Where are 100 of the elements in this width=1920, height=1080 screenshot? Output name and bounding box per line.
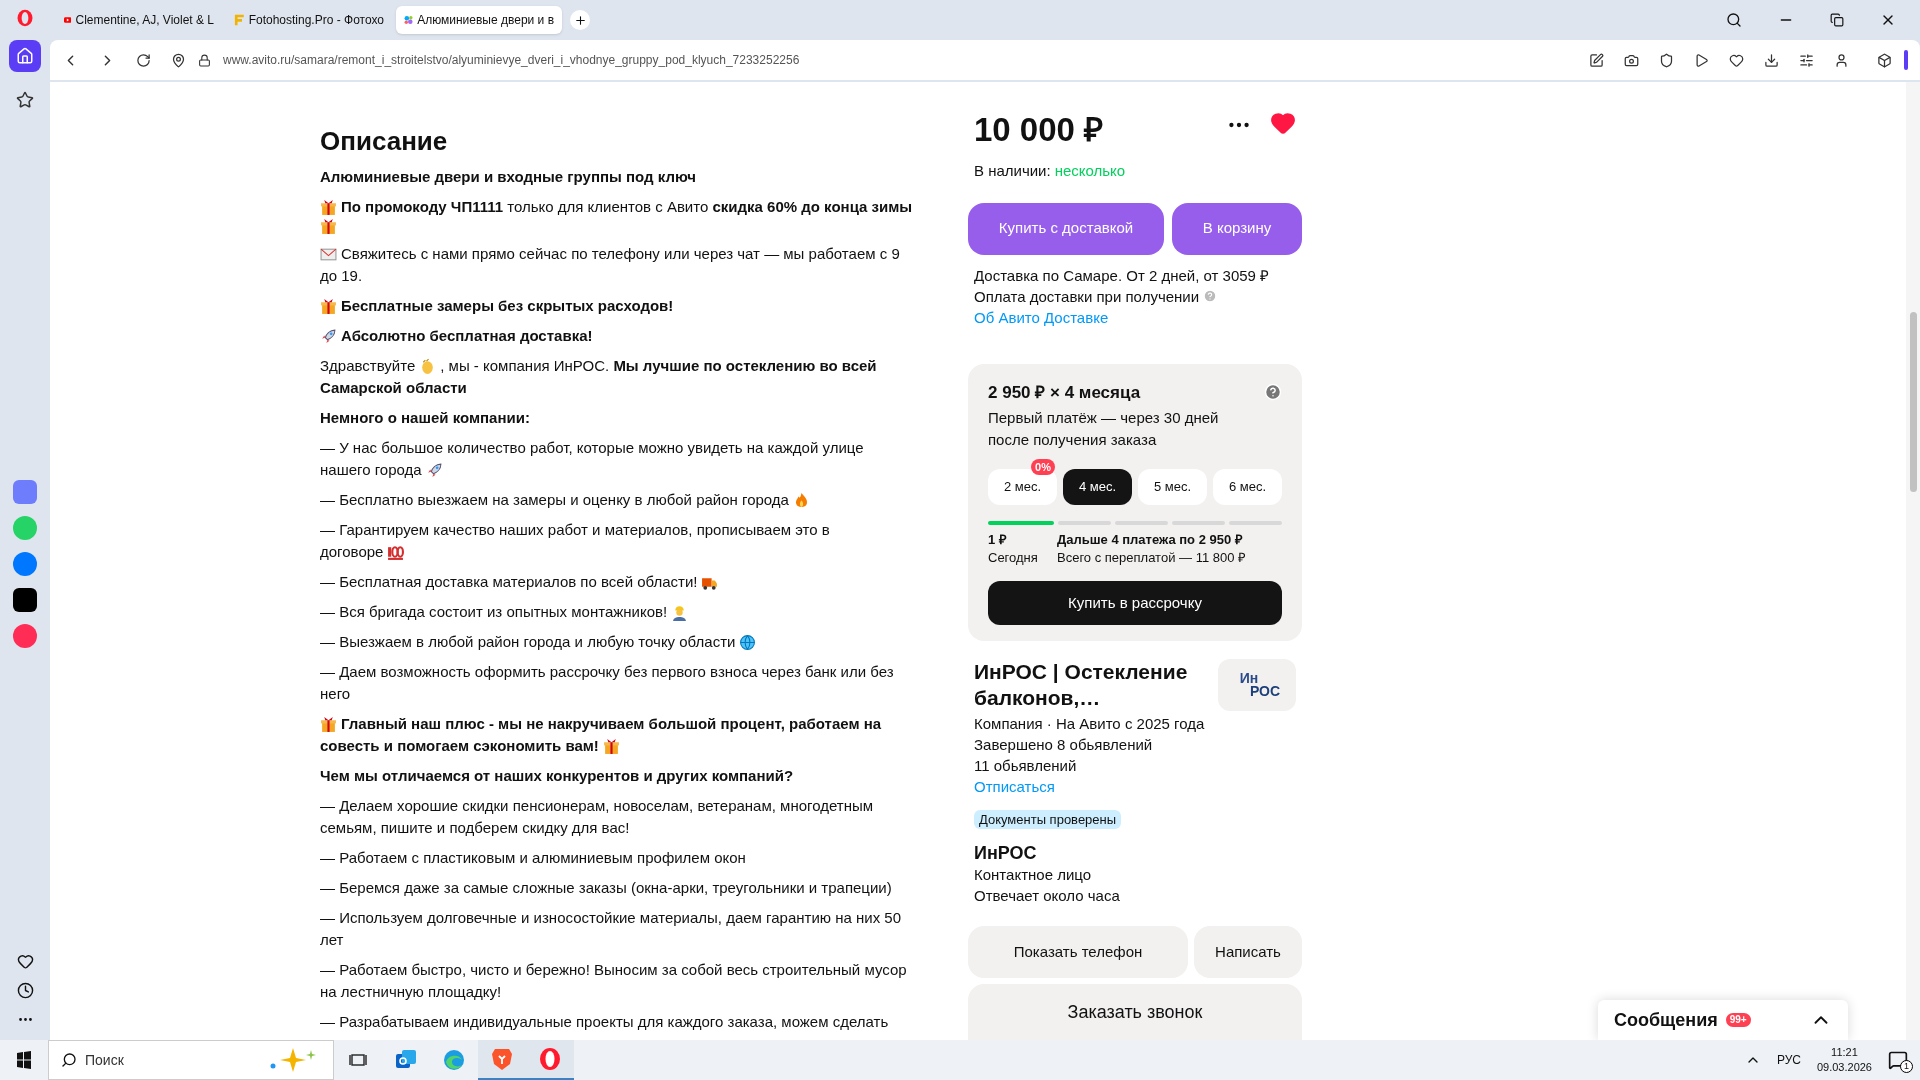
delivery-text: Оплата доставки при получении: [974, 286, 1200, 307]
gift-icon: [320, 715, 337, 733]
seller-info: 11 обьявлений: [974, 756, 1078, 776]
new-tab-button[interactable]: [570, 10, 590, 30]
messages-panel[interactable]: Сообщения 99+: [1598, 1000, 1848, 1040]
write-button[interactable]: Написать: [1194, 926, 1302, 978]
description-text: По промокоду ЧП1111 только для клиентов с Авито скидка 60% до конца зимы: [341, 197, 913, 217]
seller-info: Компания · На Авито с 2025 года: [974, 714, 1206, 734]
gift-icon: [320, 198, 337, 216]
play-icon[interactable]: [1694, 52, 1709, 68]
seller-name[interactable]: ИнРОС | Остекление балконов,…: [974, 659, 1218, 711]
gift-icon: [320, 218, 337, 235]
clock-time: 11:21: [1831, 1045, 1858, 1060]
app-icon[interactable]: [13, 480, 37, 504]
description-text: него: [320, 684, 351, 704]
add-to-cart-button[interactable]: В корзину: [1172, 202, 1302, 255]
description-text: лет: [320, 930, 344, 950]
description-text: — Работаем с пластиковым и алюминиевым профилем окон: [320, 848, 746, 868]
scrollbar[interactable]: [1906, 82, 1920, 1040]
description-text: — Даем возможность оформить рассрочку без первого взноса через банк или без: [320, 662, 894, 682]
taskbar-app[interactable]: [478, 1040, 526, 1080]
term-option[interactable]: 4 мес.: [1063, 469, 1132, 505]
installment-title: 2 950 ₽ × 4 месяца: [988, 381, 1141, 404]
camera-icon[interactable]: [1624, 52, 1639, 68]
description-text: — Выезжаем в любой район города и любую точку области: [320, 632, 736, 652]
total-amount: Всего с переплатой — 11 800 ₽: [1057, 549, 1247, 567]
description-text: — Бесплатно выезжаем на замеры и оценку в любой район города: [320, 490, 789, 510]
description-text: — Используем долговечные и износостойкие материалы, даем гарантию на них 50: [320, 908, 901, 928]
opera-icon: [538, 1047, 562, 1071]
search-icon: [61, 1052, 77, 1068]
search-icon[interactable]: [1726, 12, 1742, 28]
task-view-icon: [349, 1051, 367, 1069]
favorite-icon[interactable]: [1270, 110, 1296, 136]
show-phone-button[interactable]: Показать телефон: [968, 926, 1188, 978]
lock-icon: [198, 53, 211, 67]
download-icon[interactable]: [1764, 52, 1779, 68]
buy-with-delivery-button[interactable]: Купить с доставкой: [968, 202, 1164, 255]
rocket-icon: [320, 327, 337, 345]
opera-logo-icon[interactable]: [16, 8, 34, 28]
stock-label: В наличии:: [974, 161, 1051, 181]
description-text: Алюминиевые двери и входные группы под ключ: [320, 167, 696, 187]
heart-icon[interactable]: [16, 953, 34, 970]
clock-date: 09.03.2026: [1816, 1060, 1872, 1075]
logo-text: РОС: [1249, 685, 1281, 698]
description-text: семьям, пишите и подберем скидку для вас!: [320, 818, 630, 838]
description-text: , мы - компания ИнРОС. Мы лучшие по остеклению во всей: [440, 356, 877, 376]
price: 10 000 ₽: [974, 110, 1104, 150]
contact-info: Контактное лицо: [974, 865, 1093, 885]
today-amount: 1 ₽: [988, 531, 1008, 549]
description-text: до 19.: [320, 266, 363, 286]
description-text: Главный наш плюс - мы не накручиваем большой процент, работаем на: [341, 714, 882, 734]
unread-badge: 99+: [1725, 1013, 1751, 1027]
contact-info: Отвечает около часа: [974, 886, 1121, 906]
taskbar-app[interactable]: [526, 1040, 574, 1080]
term-option[interactable]: 6 мес.: [1213, 469, 1282, 505]
notifications-icon[interactable]: [1888, 1050, 1908, 1070]
edit-icon[interactable]: [1589, 52, 1604, 68]
description-text: Самарской области: [320, 378, 467, 398]
buy-installment-button[interactable]: Купить в рассрочку: [988, 581, 1282, 625]
star-icon: [16, 91, 34, 109]
shield-icon[interactable]: [1659, 52, 1674, 68]
reload-icon[interactable]: [136, 52, 151, 68]
installment-subtitle: Первый платёж — через 30 дней после получения заказа: [988, 408, 1220, 450]
browser-tab[interactable]: Clementine, AJ, Violet & L: [56, 6, 222, 34]
heart-icon[interactable]: [1729, 52, 1744, 68]
history-icon[interactable]: [16, 982, 34, 999]
profile-icon[interactable]: [1834, 52, 1849, 68]
player-app-icon[interactable]: [13, 624, 37, 648]
seller-logo[interactable]: Ин РОС: [1218, 659, 1296, 711]
url-field[interactable]: www.avito.ru/samara/remont_i_stroitelstvo/alyuminievye_dveri_i_vhodnye_gruppy_pod_klyuch_7233252256: [223, 51, 800, 69]
description-text: — Бесплатная доставка материалов по всей области!: [320, 572, 698, 592]
location-icon[interactable]: [171, 52, 186, 68]
social-app-icon[interactable]: [13, 588, 37, 612]
browser-tab[interactable]: Fotohosting.Pro - Фотохо: [226, 6, 392, 34]
browser-tab[interactable]: Алюминиевые двери и в: [396, 6, 562, 34]
rocket-icon: [425, 461, 443, 479]
search-placeholder: Поиск: [85, 1050, 124, 1070]
delivery-text: Доставка по Самаре. От 2 дней, от 3059 ₽: [974, 265, 1271, 286]
request-call-button[interactable]: Заказать звонок: [968, 984, 1302, 1040]
term-option[interactable]: 5 мес.: [1138, 469, 1207, 505]
restore-icon[interactable]: [1830, 13, 1844, 27]
logo-text: Ин: [1239, 672, 1259, 685]
box-icon[interactable]: [1877, 52, 1892, 68]
section-title: Описание: [320, 126, 449, 156]
description-text: Немного о нашей компании:: [320, 408, 530, 428]
home-button[interactable]: [9, 40, 41, 72]
taskbar-search-field[interactable]: Поиск: [48, 1040, 334, 1080]
plus-icon: [573, 13, 587, 27]
worker-icon: [671, 603, 689, 621]
description-text: — Вся бригада состоит из опытных монтажников!: [320, 602, 668, 622]
description-text: Абсолютно бесплатная доставка!: [341, 326, 593, 346]
video-site-icon: [64, 14, 72, 26]
language-indicator[interactable]: РУС: [1776, 1051, 1801, 1069]
help-icon[interactable]: [1264, 383, 1282, 402]
description-text: Чем мы отличаемся от наших конкурентов и других компаний?: [320, 766, 794, 786]
browser-app-icon: [442, 1048, 466, 1072]
description-text: — Делаем хорошие скидки пенсионерам, новоселам, ветеранам, многодетным: [320, 796, 874, 816]
settings-icon[interactable]: [1799, 52, 1814, 68]
today-label: Сегодня: [988, 549, 1039, 567]
notification-count: 1: [1900, 1060, 1913, 1073]
